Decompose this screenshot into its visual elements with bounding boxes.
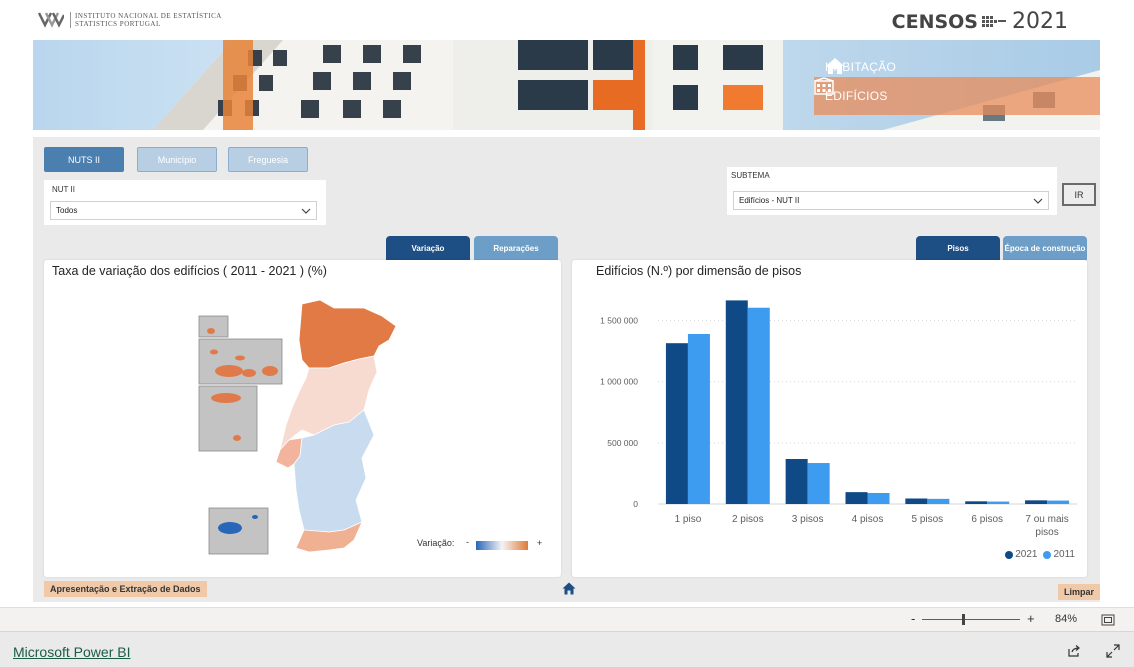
x-tick-label: 6 pisos (971, 514, 1003, 525)
subtema-slicer: SUBTEMA Edifícios - NUT II (727, 167, 1057, 215)
legend-min: - (466, 537, 469, 547)
ine-logo: Instituto Nacional de Estatística Statis… (38, 10, 222, 30)
tab-pisos[interactable]: Pisos (916, 236, 1000, 260)
bar-2011-3[interactable] (867, 492, 890, 504)
island-madeira (218, 522, 242, 534)
bar-2011-4[interactable] (927, 498, 950, 504)
bar-2021-3[interactable] (845, 492, 868, 504)
legend-label-2021: 2021 (1015, 549, 1038, 560)
banner: HABITAÇÃO EDIFÍCIOS (33, 40, 1100, 130)
limpar-button[interactable]: Limpar (1058, 584, 1101, 600)
legend-label-2011: 2011 (1053, 549, 1075, 560)
legend-max: + (537, 538, 543, 548)
x-tick-label: 5 pisos (912, 514, 944, 525)
nut-dropdown[interactable]: Todos (50, 201, 317, 220)
bar-2021-1[interactable] (725, 300, 748, 504)
legend-item-2011[interactable]: 2011 (1043, 549, 1075, 560)
nav-edificios-label: EDIFÍCIOS (825, 89, 888, 103)
home-icon[interactable] (562, 582, 576, 595)
zoom-slider[interactable] (922, 614, 1020, 625)
nut-slicer: NUT II Todos (44, 180, 326, 225)
chevron-down-icon (301, 208, 311, 214)
house-icon (826, 58, 844, 74)
fullscreen-icon[interactable] (1106, 644, 1120, 658)
censos-year: 2021 (1012, 9, 1068, 34)
share-icon[interactable] (1067, 644, 1081, 658)
y-tick-label: 500 000 (607, 438, 638, 448)
x-tick-label: pisos (1035, 527, 1058, 538)
x-tick-label: 7 ou mais (1025, 514, 1068, 525)
bar-2021-0[interactable] (665, 343, 688, 504)
y-tick-label: 0 (633, 499, 638, 509)
legend-item-2021[interactable]: 2021 (1005, 549, 1037, 560)
y-tick-label: 1 500 000 (600, 316, 638, 326)
level-tab-municipio[interactable]: Município (137, 147, 217, 172)
legend-gradient (476, 541, 528, 550)
subtema-dropdown[interactable]: Edifícios - NUT II (733, 191, 1049, 210)
tab-variacao[interactable]: Variação (386, 236, 470, 260)
ine-name: Instituto Nacional de Estatística Statis… (70, 12, 222, 28)
nav-habitacao[interactable]: HABITAÇÃO (825, 57, 896, 77)
ir-button[interactable]: IR (1062, 183, 1096, 206)
subtema-slicer-label: SUBTEMA (731, 171, 770, 180)
zoom-in-button[interactable]: + (1027, 611, 1035, 626)
bar-2011-6[interactable] (1047, 500, 1070, 504)
ine-name-en: Statistics Portugal (75, 20, 161, 28)
powerbi-link[interactable]: Microsoft Power BI (13, 644, 130, 660)
tab-epoca-construcao[interactable]: Época de construção (1003, 236, 1087, 260)
region-norte (298, 299, 397, 369)
tab-reparacoes[interactable]: Reparações (474, 236, 558, 260)
censos-logo: CENSOS 2021 (892, 9, 1068, 34)
map-card: Taxa de variação dos edifícios ( 2011 - … (44, 260, 561, 577)
bar-2011-2[interactable] (807, 463, 830, 504)
x-tick-label: 3 pisos (792, 514, 824, 525)
censos-word: CENSOS (891, 10, 978, 33)
bar-2021-5[interactable] (965, 501, 988, 504)
zoom-value: 84% (1055, 613, 1078, 625)
azores-central-inset (198, 338, 283, 385)
bar-2021-6[interactable] (1025, 500, 1048, 504)
azores-west-inset (198, 315, 229, 338)
bar-chart: 0 500 000 1 000 000 1 500 000 1 piso 2 pisos 3… (600, 300, 1077, 538)
portugal-map[interactable] (44, 260, 561, 577)
legend-dot-2011 (1043, 550, 1052, 559)
island-flores (207, 328, 215, 334)
y-tick-label: 1 000 000 (600, 377, 638, 387)
censos-grid-icon (982, 15, 1006, 27)
nav-edificios[interactable]: EDIFÍCIOS (814, 77, 1100, 115)
bar-2011-0[interactable] (687, 334, 710, 504)
nut-dropdown-value: Todos (56, 206, 78, 215)
fit-to-page-icon[interactable] (1101, 614, 1115, 626)
status-bar: - + 84% (0, 607, 1134, 631)
level-tab-freguesia[interactable]: Freguesia (228, 147, 308, 172)
building-icon (814, 77, 834, 95)
bar-chart-card: Edifícios (N.º) por dimensão de pisos 05… (572, 260, 1087, 577)
x-tick-label: 2 pisos (732, 514, 764, 525)
x-tick-label: 4 pisos (852, 514, 884, 525)
subtema-dropdown-value: Edifícios - NUT II (739, 196, 800, 205)
ine-name-pt: Instituto Nacional de Estatística (75, 12, 222, 20)
bar-2011-1[interactable] (747, 307, 770, 504)
nut-slicer-label: NUT II (52, 185, 75, 194)
chevron-down-icon (1033, 198, 1043, 204)
apresentacao-button[interactable]: Apresentação e Extração de Dados (44, 581, 207, 597)
legend-dot-2021 (1005, 550, 1014, 559)
ine-logo-icon (38, 12, 64, 28)
legend-label: Variação: (417, 538, 455, 548)
bar-2021-2[interactable] (785, 458, 808, 504)
chart-legend: 2021 2011 (1005, 549, 1075, 560)
bar-2011-5[interactable] (987, 501, 1010, 504)
island-porto-santo (252, 515, 258, 519)
top-bar: Instituto Nacional de Estatística Statis… (0, 0, 1134, 40)
powerbi-bar: Microsoft Power BI (0, 631, 1134, 667)
x-tick-label: 1 piso (675, 514, 702, 525)
zoom-slider-thumb[interactable] (962, 614, 965, 625)
level-tab-nuts[interactable]: NUTS II (44, 147, 124, 172)
zoom-out-button[interactable]: - (911, 611, 915, 626)
bar-2021-4[interactable] (905, 498, 928, 504)
